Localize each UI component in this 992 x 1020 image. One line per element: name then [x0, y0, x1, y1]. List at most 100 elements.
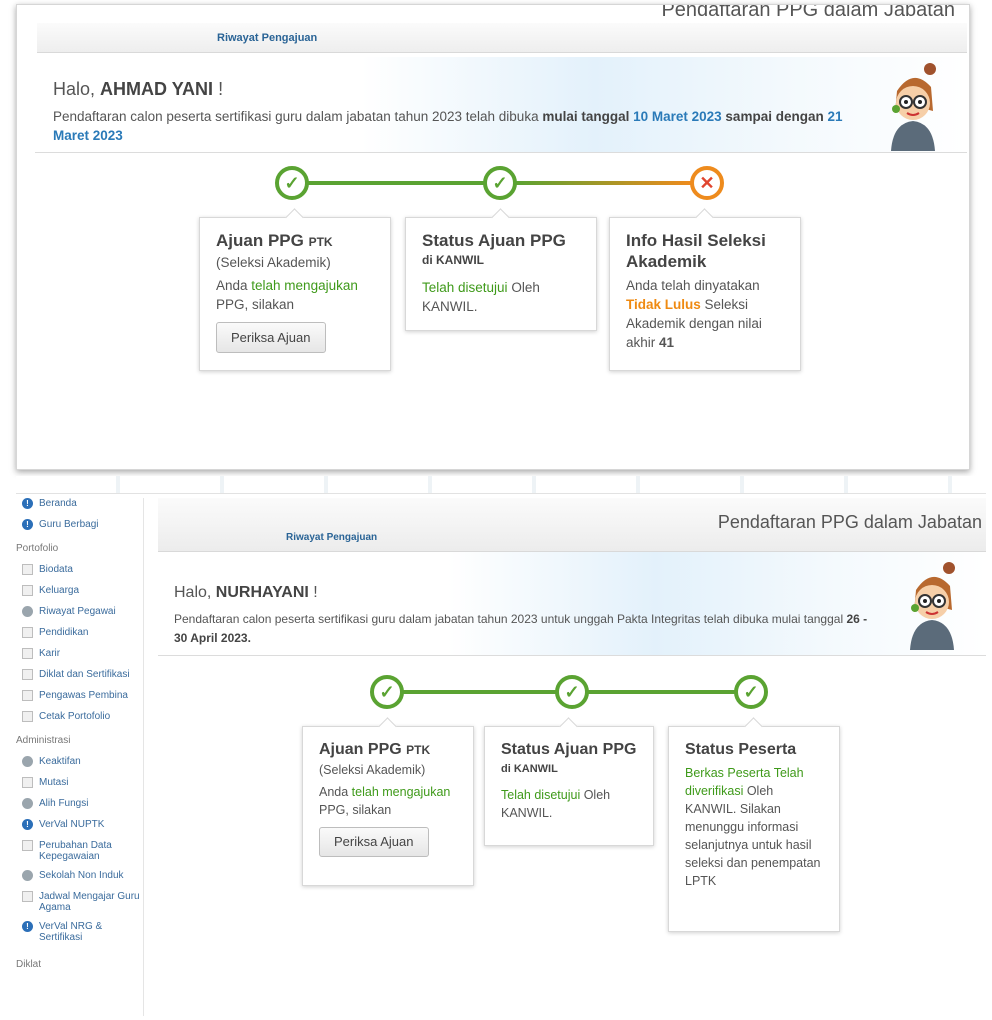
- document-icon: [22, 564, 33, 575]
- sidebar-item-perubahan-data[interactable]: Perubahan Data Kepegawaian: [16, 840, 143, 870]
- step-connector: [398, 690, 578, 694]
- welcome-banner: Halo, AHMAD YANI ! Pendaftaran calon pes…: [35, 57, 967, 153]
- periksa-ajuan-button[interactable]: Periksa Ajuan: [319, 827, 429, 857]
- notice-start-date: 10 Maret 2023: [633, 109, 722, 124]
- sidebar-item-alih-fungsi[interactable]: Alih Fungsi: [16, 798, 143, 819]
- sidebar-item-riwayat-pegawai[interactable]: Riwayat Pegawai: [16, 606, 143, 627]
- sidebar-section-administrasi: Administrasi: [16, 735, 71, 746]
- document-icon: [22, 690, 33, 701]
- document-icon: [22, 840, 33, 851]
- step-connector: [515, 181, 691, 185]
- card-title: Status Ajuan PPG: [501, 741, 637, 758]
- greeting-prefix: Halo,: [53, 79, 101, 99]
- info-icon: !: [22, 819, 33, 830]
- card-title: Ajuan PPG PTK: [216, 231, 333, 250]
- folder-icon: [22, 777, 33, 788]
- tab-riwayat-pengajuan[interactable]: Riwayat Pengajuan: [217, 32, 317, 44]
- top-navigation-strip: [16, 476, 986, 494]
- step-check-icon: ✓: [734, 675, 768, 709]
- card-info-hasil-seleksi: Info Hasil Seleksi Akademik Anda telah d…: [609, 208, 801, 371]
- notice-bold: mulai tanggal: [542, 109, 634, 124]
- document-icon: [22, 648, 33, 659]
- notice-text: Pendaftaran calon peserta sertifikasi gu…: [53, 109, 543, 124]
- greeting-prefix: Halo,: [174, 584, 216, 601]
- step-check-icon: ✓: [370, 675, 404, 709]
- periksa-ajuan-button[interactable]: Periksa Ajuan: [216, 322, 326, 353]
- top-screenshot-panel: Pendaftaran PPG dalam Jabatan Riwayat Pe…: [16, 4, 970, 470]
- greeting-suffix: !: [308, 584, 318, 601]
- main-content: Pendaftaran PPG dalam Jabatan Riwayat Pe…: [158, 496, 986, 1016]
- user-icon: [22, 798, 33, 809]
- user-name: NURHAYANI: [215, 584, 309, 601]
- step-check-icon: ✓: [275, 166, 309, 200]
- card-ajuan-ppg: Ajuan PPG PTK (Seleksi Akademik) Anda te…: [199, 208, 391, 371]
- card-text: Anda telah dinyatakan Tidak Lulus Seleks…: [626, 278, 762, 350]
- sidebar-item-guru-berbagi[interactable]: ! Guru Berbagi: [16, 519, 143, 540]
- avatar-illustration: [891, 63, 936, 151]
- page-title: Pendaftaran PPG dalam Jabatan: [661, 4, 955, 21]
- card-text: Telah disetujui Oleh KANWIL.: [422, 280, 540, 314]
- sidebar-item-beranda[interactable]: ! Beranda: [16, 498, 143, 519]
- clock-icon: [22, 606, 33, 617]
- sidebar-item-diklat-sertifikasi[interactable]: Diklat dan Sertifikasi: [16, 669, 143, 690]
- card-title: Info Hasil Seleksi Akademik: [626, 231, 766, 271]
- card-title: Status Ajuan PPG: [422, 231, 566, 250]
- card-title: Ajuan PPG PTK: [319, 741, 431, 758]
- document-icon: [22, 627, 33, 638]
- notice-bold-2: sampai dengan: [721, 109, 828, 124]
- avatar-illustration: [910, 562, 955, 650]
- info-icon: !: [22, 519, 33, 530]
- registration-notice: Pendaftaran calon peserta sertifikasi gu…: [53, 107, 853, 145]
- sidebar-section-portofolio: Portofolio: [16, 543, 59, 554]
- card-status-ajuan: Status Ajuan PPG di KANWIL Telah disetuj…: [405, 208, 597, 331]
- sidebar-item-pengawas-pembina[interactable]: Pengawas Pembina: [16, 690, 143, 711]
- card-subtitle: di KANWIL: [422, 253, 484, 267]
- card-status-ajuan: Status Ajuan PPG di KANWIL Telah disetuj…: [484, 717, 654, 846]
- sidebar-item-verval-nuptk[interactable]: ! VerVal NUPTK: [16, 819, 143, 840]
- sidebar: ! Beranda ! Guru Berbagi Portofolio Biodat…: [16, 498, 144, 1016]
- step-cross-icon: ✕: [690, 166, 724, 200]
- tab-bar: Pendaftaran PPG dalam Jabatan Riwayat Pe…: [158, 498, 986, 552]
- card-subtitle: di KANWIL: [501, 763, 558, 775]
- card-subtitle: (Seleksi Akademik): [319, 763, 426, 777]
- info-icon: !: [22, 498, 33, 509]
- school-icon: [22, 870, 33, 881]
- card-subtitle: (Seleksi Akademik): [216, 255, 331, 270]
- registration-notice: Pendaftaran calon peserta sertifikasi gu…: [174, 610, 874, 648]
- document-icon: [22, 891, 33, 902]
- sidebar-item-verval-nrg[interactable]: ! VerVal NRG & Sertifikasi: [16, 921, 143, 951]
- step-connector: [578, 690, 750, 694]
- sidebar-section-diklat: Diklat: [16, 959, 42, 970]
- sidebar-item-jadwal-mengajar[interactable]: Jadwal Mengajar Guru Agama: [16, 891, 143, 921]
- card-text: Berkas Peserta Telah diverifikasi Oleh K…: [685, 766, 821, 888]
- step-check-icon: ✓: [483, 166, 517, 200]
- tab-riwayat-pengajuan[interactable]: Riwayat Pengajuan: [286, 532, 377, 543]
- gear-icon: [22, 756, 33, 767]
- page-title: Pendaftaran PPG dalam Jabatan: [717, 512, 982, 532]
- card-status-peserta: Status Peserta Berkas Peserta Telah dive…: [668, 717, 840, 932]
- greeting-suffix: !: [213, 79, 224, 99]
- document-icon: [22, 669, 33, 680]
- sidebar-item-mutasi[interactable]: Mutasi: [16, 777, 143, 798]
- document-icon: [22, 711, 33, 722]
- user-name: AHMAD YANI: [100, 79, 214, 99]
- sidebar-item-karir[interactable]: Karir: [16, 648, 143, 669]
- welcome-banner: Halo, NURHAYANI ! Pendaftaran calon pese…: [158, 552, 986, 656]
- info-icon: !: [22, 921, 33, 932]
- greeting: Halo, NURHAYANI !: [174, 584, 318, 602]
- sidebar-item-sekolah-non-induk[interactable]: Sekolah Non Induk: [16, 870, 143, 891]
- bottom-screenshot-panel: ! Beranda ! Guru Berbagi Portofolio Biodat…: [16, 476, 986, 1016]
- notice-text: Pendaftaran calon peserta sertifikasi gu…: [174, 612, 847, 626]
- card-text: Anda telah mengajukan PPG, silakan: [319, 785, 451, 817]
- sidebar-item-keluarga[interactable]: Keluarga: [16, 585, 143, 606]
- card-text: Telah disetujui Oleh KANWIL.: [501, 788, 611, 820]
- card-text: Anda telah mengajukan PPG, silakan: [216, 278, 358, 312]
- card-ajuan-ppg: Ajuan PPG PTK (Seleksi Akademik) Anda te…: [302, 717, 474, 886]
- sidebar-item-cetak-portofolio[interactable]: Cetak Portofolio: [16, 711, 143, 732]
- step-check-icon: ✓: [555, 675, 589, 709]
- sidebar-item-keaktifan[interactable]: Keaktifan: [16, 756, 143, 777]
- tab-bar: Riwayat Pengajuan: [37, 23, 967, 53]
- sidebar-item-biodata[interactable]: Biodata: [16, 564, 143, 585]
- card-title: Status Peserta: [685, 741, 797, 758]
- sidebar-item-pendidikan[interactable]: Pendidikan: [16, 627, 143, 648]
